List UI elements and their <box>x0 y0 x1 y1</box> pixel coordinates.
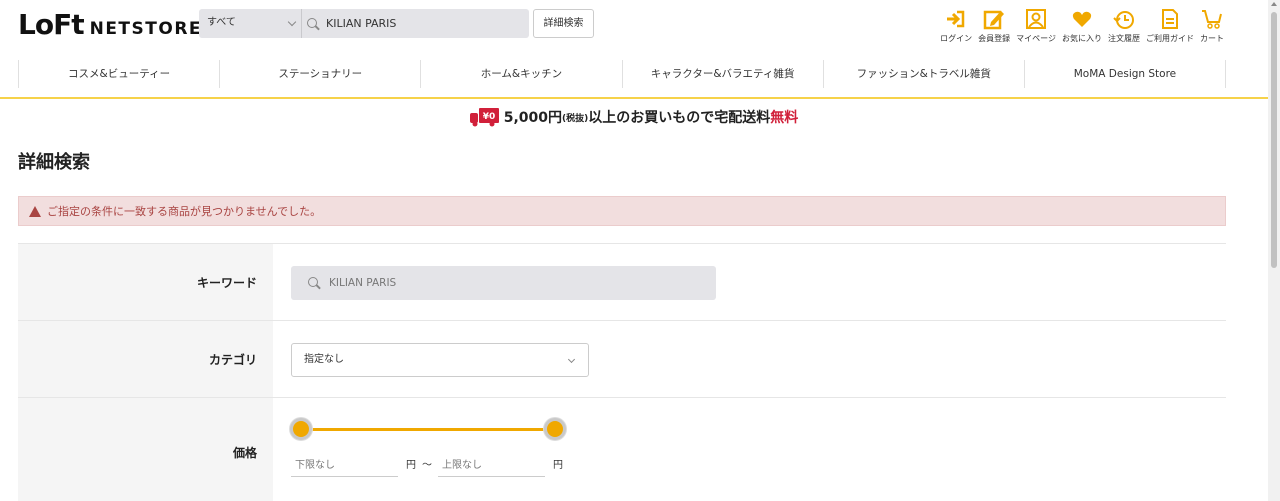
history-icon <box>1113 11 1134 29</box>
register-link[interactable]: 会員登録 <box>978 8 1010 44</box>
category-nav: コスメ&ビューティー ステーショナリー ホーム&キッチン キャラクター&バラエテ… <box>18 60 1227 88</box>
nav-divider <box>0 97 1268 99</box>
price-separator: 〜 <box>422 460 432 471</box>
mypage-label: マイページ <box>1016 34 1056 43</box>
logo[interactable]: LoFt NETSTORE <box>18 10 202 40</box>
login-icon <box>947 10 965 28</box>
keyword-value: KILIAN PARIS <box>329 277 397 289</box>
nav-item-character[interactable]: キャラクター&バラエティ雑貨 <box>621 60 823 88</box>
search-input[interactable] <box>326 17 516 30</box>
keyword-input[interactable]: KILIAN PARIS <box>291 266 716 300</box>
utility-links: ログイン 会員登録 マイページ お気に入り 注文履歴 ご利用ガイド カート <box>934 8 1224 44</box>
guide-icon <box>1162 9 1178 29</box>
search-category-select[interactable]: すべて <box>199 9 302 38</box>
price-min-handle[interactable] <box>290 418 312 440</box>
search-category-label: すべて <box>207 17 236 28</box>
login-label: ログイン <box>940 34 973 43</box>
alert-message: ご指定の条件に一致する商品が見つかりませんでした。 <box>47 205 322 218</box>
search-icon <box>306 17 320 31</box>
page-scrollbar[interactable] <box>1268 0 1280 501</box>
nav-item-stationery[interactable]: ステーショナリー <box>219 60 420 88</box>
page-title: 詳細検索 <box>18 152 90 173</box>
warning-icon <box>29 205 41 217</box>
guide-link[interactable]: ご利用ガイド <box>1146 8 1194 44</box>
nav-item-moma[interactable]: MoMA Design Store <box>1023 60 1227 88</box>
cart-link[interactable]: カート <box>1200 8 1224 44</box>
favorites-label: お気に入り <box>1062 34 1102 43</box>
promo-free: 無料 <box>770 110 799 126</box>
register-label: 会員登録 <box>978 34 1011 43</box>
category-value: 指定なし <box>304 354 344 365</box>
category-select[interactable]: 指定なし <box>291 343 589 377</box>
heart-icon <box>1072 11 1092 27</box>
cart-icon <box>1202 10 1222 29</box>
history-label: 注文履歴 <box>1108 34 1140 43</box>
promo-amount: 5,000円 <box>503 110 563 126</box>
nav-item-cosme[interactable]: コスメ&ビューティー <box>18 60 219 88</box>
price-max-unit: 円 <box>553 460 563 471</box>
register-icon <box>983 10 1005 30</box>
cart-label: カート <box>1200 34 1224 43</box>
keyword-row: キーワード KILIAN PARIS <box>18 243 1226 320</box>
header: LoFt NETSTORE すべて 詳細検索 ログイン 会員登録 <box>0 0 1268 50</box>
mypage-link[interactable]: マイページ <box>1016 8 1056 44</box>
category-row: カテゴリ 指定なし <box>18 320 1226 397</box>
logo-mark: LoFt <box>18 8 85 41</box>
price-row: 価格 下限なし 円 〜 上限なし 円 <box>18 397 1226 501</box>
price-label: 価格 <box>18 398 273 501</box>
promo-tax: (税抜) <box>562 113 589 124</box>
price-max-handle[interactable] <box>544 418 566 440</box>
truck-icon: ¥0 <box>469 108 499 127</box>
chevron-down-icon <box>567 355 576 364</box>
guide-label: ご利用ガイド <box>1146 34 1194 43</box>
shipping-promo: ¥0 5,000円 (税抜) 以上のお買いもので宅配送料 無料 <box>0 106 1268 128</box>
search-bar: すべて <box>199 9 529 38</box>
price-min-unit: 円 <box>406 460 416 471</box>
advanced-search-button[interactable]: 詳細検索 <box>533 9 594 38</box>
chevron-down-icon <box>287 17 297 27</box>
category-label: カテゴリ <box>18 321 273 397</box>
scroll-up-arrow[interactable] <box>1271 2 1277 6</box>
price-max-input[interactable]: 上限なし <box>438 455 545 477</box>
scroll-thumb[interactable] <box>1271 12 1277 268</box>
mypage-icon <box>1026 9 1047 29</box>
nav-item-home-kitchen[interactable]: ホーム&キッチン <box>420 60 621 88</box>
nav-item-fashion-travel[interactable]: ファッション&トラベル雑貨 <box>822 60 1024 88</box>
truck-badge: ¥0 <box>482 112 495 122</box>
login-link[interactable]: ログイン <box>940 8 972 44</box>
price-slider-track[interactable] <box>301 428 555 431</box>
price-inputs: 下限なし 円 〜 上限なし 円 <box>291 455 569 477</box>
promo-text: 以上のお買いもので宅配送料 <box>588 110 771 126</box>
price-min-input[interactable]: 下限なし <box>291 455 398 477</box>
search-icon <box>307 276 321 290</box>
favorites-link[interactable]: お気に入り <box>1062 8 1102 44</box>
keyword-label: キーワード <box>18 244 273 320</box>
logo-text: NETSTORE <box>89 19 203 39</box>
history-link[interactable]: 注文履歴 <box>1108 8 1140 44</box>
advanced-search-form: キーワード KILIAN PARIS カテゴリ 指定なし 価格 下限なし 円 〜 <box>18 243 1226 501</box>
no-results-alert: ご指定の条件に一致する商品が見つかりませんでした。 <box>18 196 1226 226</box>
